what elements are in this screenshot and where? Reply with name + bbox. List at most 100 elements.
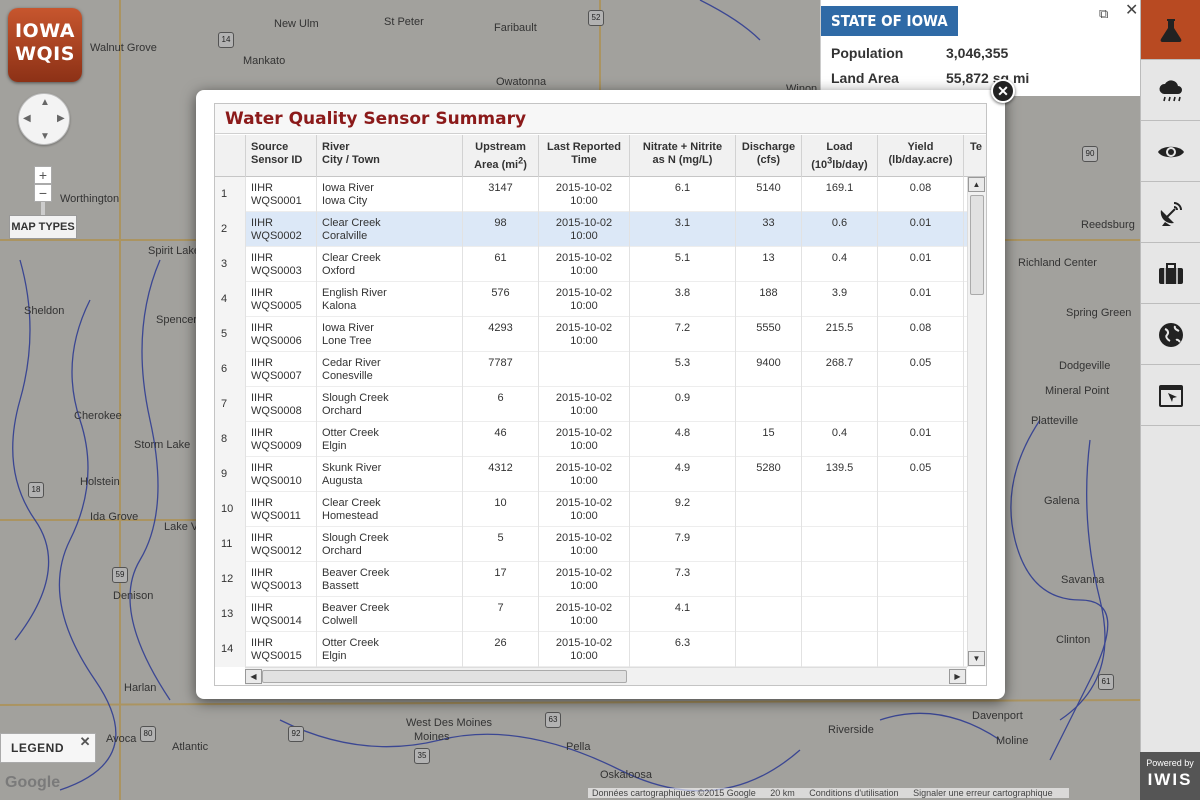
cell-text: 3.9	[831, 287, 848, 299]
table-row[interactable]: 10 IIHR WQS0011 Clear Creek Homestead 10 2015-…	[215, 492, 967, 527]
cell-nitrate: 5.1	[630, 247, 736, 282]
table-row[interactable]: 12 IIHR WQS0013 Beaver Creek Bassett 17 2015-1…	[215, 562, 967, 597]
scroll-right-icon[interactable]: ▶	[949, 669, 966, 684]
globe-icon[interactable]	[1141, 305, 1200, 365]
table-row[interactable]: 4 IIHR WQS0005 English River Kalona 576 2015-1…	[215, 282, 967, 317]
cell-text: 10:00	[570, 475, 598, 487]
vertical-scroll-thumb[interactable]	[970, 195, 984, 295]
horizontal-scroll-thumb[interactable]	[262, 670, 627, 683]
cell-text: 1	[221, 188, 228, 200]
pan-control[interactable]: ▲ ▼ ◀ ▶	[18, 93, 70, 145]
vertical-scrollbar[interactable]: ▲ ▼	[967, 177, 986, 667]
table-row[interactable]: 11 IIHR WQS0012 Slough Creek Orchard 5 2015-10…	[215, 527, 967, 562]
terms-link[interactable]: Conditions d'utilisation	[809, 788, 898, 798]
legend-close-icon[interactable]: ✕	[80, 728, 91, 756]
pan-left-icon[interactable]: ◀	[23, 113, 31, 124]
cell-nitrate: 3.8	[630, 282, 736, 317]
cell-text: 13	[221, 608, 234, 620]
zoom-out-button[interactable]: −	[34, 184, 52, 202]
header-last-reported[interactable]: Last Reported Time	[539, 135, 630, 177]
table-row[interactable]: 13 IIHR WQS0014 Beaver Creek Colwell 7 2015-10…	[215, 597, 967, 632]
pan-right-icon[interactable]: ▶	[57, 113, 65, 124]
header-yield[interactable]: Yield (lb/day.acre)	[878, 135, 964, 177]
cell-text: Iowa City	[322, 195, 368, 207]
modal-close-button[interactable]: ✕	[991, 79, 1015, 103]
table-row[interactable]: 14 IIHR WQS0015 Otter Creek Elgin 26 2015-10-0…	[215, 632, 967, 667]
cell-text: IIHR	[251, 602, 273, 614]
cell-text: 2015-10-02	[555, 217, 613, 229]
eye-icon[interactable]	[1141, 122, 1200, 182]
satellite-dish-icon[interactable]	[1141, 183, 1200, 243]
cursor-window-icon[interactable]	[1141, 366, 1200, 426]
popout-icon[interactable]: ⧉	[1099, 6, 1108, 22]
cell-river-city: Slough Creek Orchard	[317, 527, 463, 562]
header-river-city[interactable]: River City / Town	[317, 135, 463, 177]
cell-discharge	[736, 597, 802, 632]
pan-down-icon[interactable]: ▼	[40, 131, 50, 142]
cell-river-city: Beaver Creek Bassett	[317, 562, 463, 597]
report-error-link[interactable]: Signaler une erreur cartographique	[913, 788, 1053, 798]
map-types-button[interactable]: MAP TYPES	[9, 215, 77, 239]
row-number: 9	[215, 457, 246, 492]
cell-text: Clear Creek	[322, 217, 381, 229]
scroll-down-icon[interactable]: ▼	[968, 651, 985, 666]
table-row[interactable]: 6 IIHR WQS0007 Cedar River Conesville 7787 5.3…	[215, 352, 967, 387]
cell-upstream-area: 4293	[463, 317, 539, 352]
flask-icon[interactable]	[1141, 0, 1200, 60]
header-truncated[interactable]: Te	[964, 135, 986, 177]
table-row[interactable]: 9 IIHR WQS0010 Skunk River Augusta 4312 2015-1…	[215, 457, 967, 492]
header-load[interactable]: Load (103lb/day)	[802, 135, 878, 177]
cell-last-reported: 2015-10-02 10:00	[539, 387, 630, 422]
state-title: STATE OF IOWA	[821, 6, 958, 36]
header-discharge[interactable]: Discharge (cfs)	[736, 135, 802, 177]
cell-text: Augusta	[322, 475, 363, 487]
table-row[interactable]: 5 IIHR WQS0006 Iowa River Lone Tree 4293 2015-…	[215, 317, 967, 352]
cell-nitrate: 7.2	[630, 317, 736, 352]
cell-river-city: Otter Creek Elgin	[317, 632, 463, 667]
cell-text: 2015-10-02	[555, 637, 613, 649]
cell-load: 139.5	[802, 457, 878, 492]
zoom-in-button[interactable]: +	[34, 166, 52, 184]
cell-yield: 0.01	[878, 247, 964, 282]
grid-body[interactable]: 1 IIHR WQS0001 Iowa River Iowa City 3147 2015-…	[215, 177, 967, 667]
table-row[interactable]: 1 IIHR WQS0001 Iowa River Iowa City 3147 2015-…	[215, 177, 967, 212]
scroll-left-icon[interactable]: ◀	[245, 669, 262, 684]
cell-text: 0.9	[674, 392, 691, 404]
briefcase-icon[interactable]	[1141, 244, 1200, 304]
cell-text: 2015-10-02	[555, 462, 613, 474]
logo-line-2: WQIS	[15, 43, 75, 65]
horizontal-scrollbar[interactable]: ◀ ▶	[245, 667, 967, 685]
cell-river-city: Otter Creek Elgin	[317, 422, 463, 457]
cell-nitrate: 6.1	[630, 177, 736, 212]
cell-last-reported: 2015-10-02 10:00	[539, 632, 630, 667]
cell-sensor-id: IIHR WQS0015	[246, 632, 317, 667]
legend-panel[interactable]: LEGEND ✕	[0, 733, 96, 763]
scroll-up-icon[interactable]: ▲	[968, 177, 985, 192]
table-row[interactable]: 8 IIHR WQS0009 Otter Creek Elgin 46 2015-10-02…	[215, 422, 967, 457]
cell-text: 17	[494, 567, 507, 579]
cell-upstream-area: 7	[463, 597, 539, 632]
grid-title: Water Quality Sensor Summary	[215, 104, 986, 134]
cell-text: WQS0006	[251, 335, 302, 347]
powered-by-badge[interactable]: Powered by IWIS	[1140, 752, 1200, 800]
header-sensor-id[interactable]: Source Sensor ID	[246, 135, 317, 177]
header-upstream-area[interactable]: Upstream Area (mi2)	[463, 135, 539, 177]
cell-text: WQS0013	[251, 580, 302, 592]
panel-close-icon[interactable]: ✕	[1125, 0, 1138, 20]
cell-text: Clear Creek	[322, 252, 381, 264]
cell-yield: 0.08	[878, 177, 964, 212]
state-info-panel: STATE OF IOWA Population 3,046,355 Land …	[820, 0, 1140, 96]
pan-up-icon[interactable]: ▲	[40, 97, 50, 108]
cell-text: 4.1	[674, 602, 691, 614]
rain-cloud-icon[interactable]	[1141, 61, 1200, 121]
cell-text: 4.9	[674, 462, 691, 474]
header-nitrate[interactable]: Nitrate + Nitrite as N (mg/L)	[630, 135, 736, 177]
row-number: 14	[215, 632, 246, 667]
app-logo[interactable]: IOWA WQIS	[8, 8, 82, 82]
table-row[interactable]: 2 IIHR WQS0002 Clear Creek Coralville 98 2015-…	[215, 212, 967, 247]
cell-text: IIHR	[251, 567, 273, 579]
table-row[interactable]: 3 IIHR WQS0003 Clear Creek Oxford 61 2015-10-0…	[215, 247, 967, 282]
cell-upstream-area: 61	[463, 247, 539, 282]
cell-upstream-area: 17	[463, 562, 539, 597]
table-row[interactable]: 7 IIHR WQS0008 Slough Creek Orchard 6 2015-10-…	[215, 387, 967, 422]
